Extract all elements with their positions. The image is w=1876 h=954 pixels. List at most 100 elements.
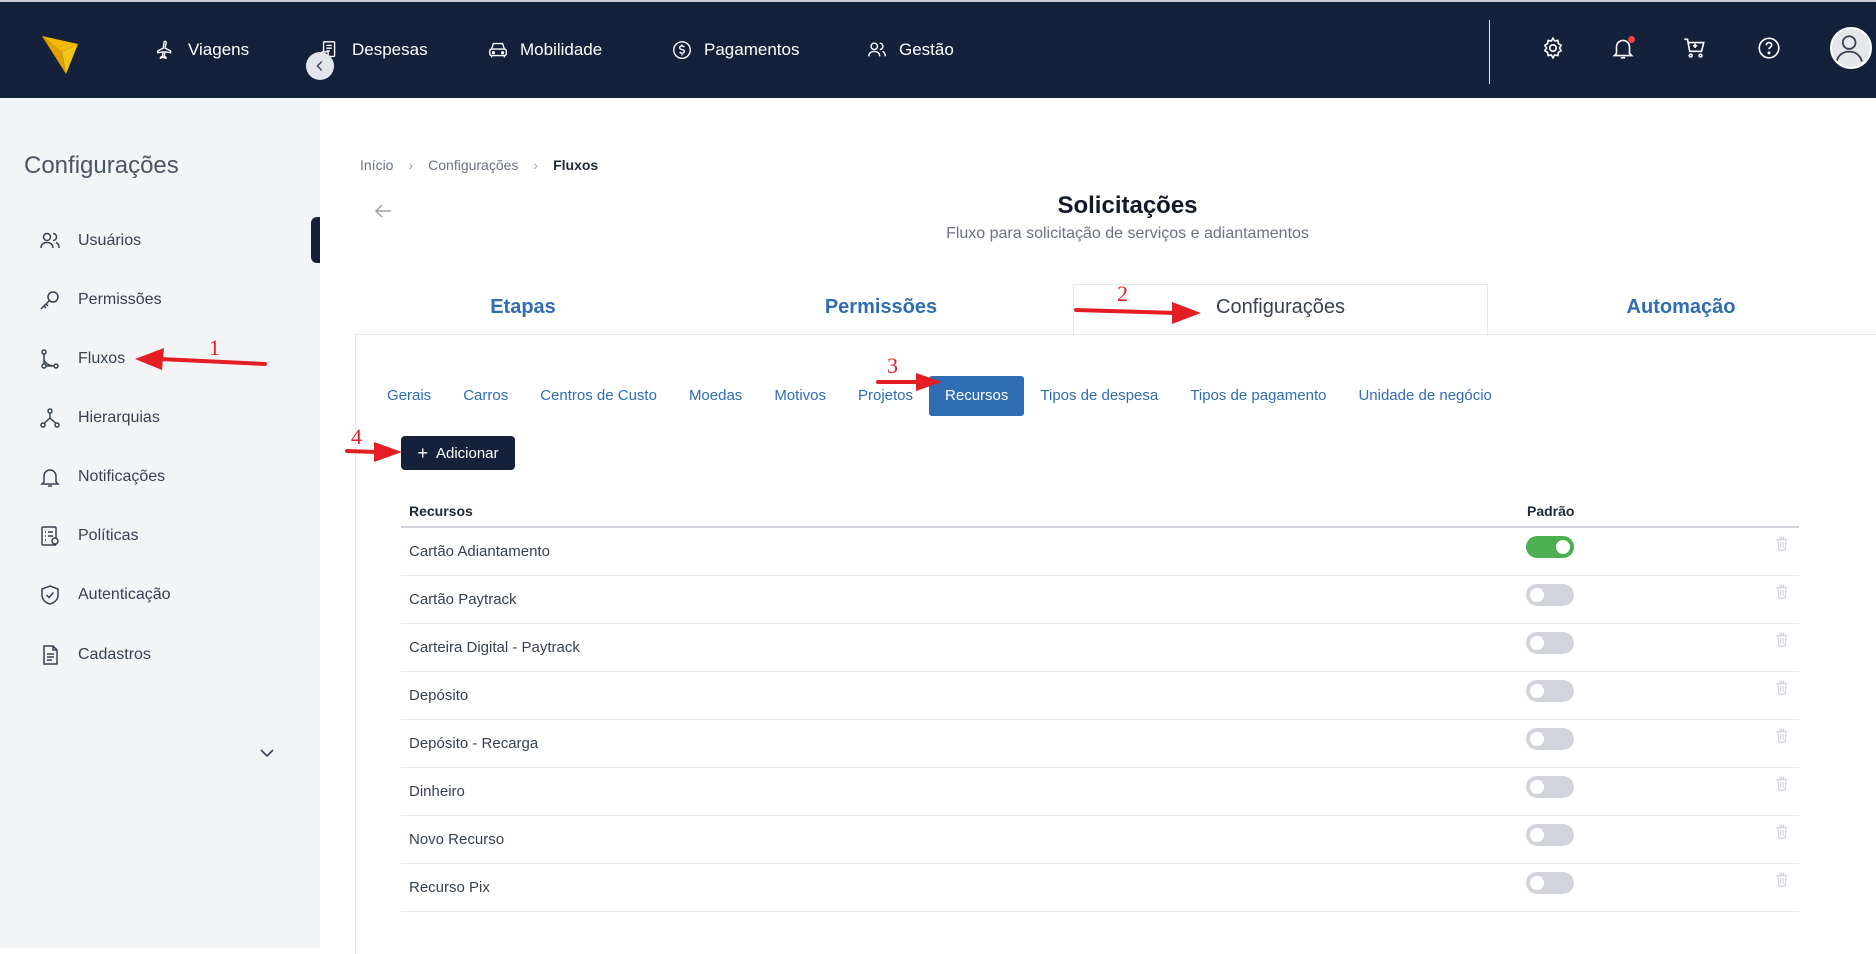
- chevron-left-icon: [316, 61, 323, 71]
- trash-icon[interactable]: [1775, 824, 1791, 842]
- default-toggle[interactable]: [1526, 776, 1574, 798]
- tab-automacao[interactable]: Automação: [1588, 296, 1774, 319]
- sidebar-item-label: Hierarquias: [78, 409, 160, 426]
- breadcrumb: Início › Configurações › Fluxos: [360, 157, 598, 173]
- default-toggle[interactable]: [1526, 680, 1574, 702]
- subtab-carros[interactable]: Carros: [447, 376, 524, 416]
- breadcrumb-inicio[interactable]: Início: [360, 157, 393, 173]
- subtab-tipos-de-pagamento[interactable]: Tipos de pagamento: [1174, 376, 1342, 416]
- default-toggle[interactable]: [1526, 872, 1574, 894]
- notification-dot: [1628, 36, 1635, 43]
- shield-icon: [41, 585, 59, 605]
- nav-despesas[interactable]: Despesas: [319, 36, 428, 64]
- table-row: Novo Recurso: [401, 816, 1799, 864]
- sidebar-item-notificacoes[interactable]: Notificações: [38, 462, 165, 492]
- subtab-projetos[interactable]: Projetos: [842, 376, 929, 416]
- sidebar-item-politicas[interactable]: Políticas: [38, 521, 138, 551]
- sidebar-active-marker: [311, 217, 320, 263]
- subtab-gerais[interactable]: Gerais: [371, 376, 447, 416]
- subtab-recursos[interactable]: Recursos: [929, 376, 1025, 416]
- nav-pagamentos[interactable]: Pagamentos: [671, 36, 799, 64]
- topbar-divider: [1489, 20, 1490, 84]
- cart-icon[interactable]: [1681, 35, 1707, 61]
- nav-viagens[interactable]: Viagens: [155, 36, 249, 64]
- trash-icon[interactable]: [1775, 632, 1791, 650]
- chevron-right-icon: ›: [408, 157, 414, 173]
- sidebar-item-permissoes[interactable]: Permissões: [38, 285, 162, 315]
- sidebar-collapse-button[interactable]: [306, 52, 334, 80]
- sidebar-item-label: Notificações: [78, 468, 166, 485]
- tab-permissoes[interactable]: Permissões: [788, 296, 974, 319]
- default-toggle[interactable]: [1526, 824, 1574, 846]
- sidebar-item-label: Usuários: [78, 232, 142, 249]
- resource-name: Cartão Adiantamento: [409, 543, 550, 560]
- table-row: Cartão Paytrack: [401, 576, 1799, 624]
- flow-icon: [41, 349, 59, 369]
- help-icon[interactable]: [1756, 35, 1782, 61]
- tab-etapas[interactable]: Etapas: [430, 296, 616, 319]
- table-row: Depósito - Recarga: [401, 720, 1799, 768]
- bell-icon: [40, 469, 60, 487]
- add-button[interactable]: + Adicionar: [401, 436, 515, 470]
- sidebar-item-fluxos[interactable]: Fluxos: [38, 344, 125, 374]
- nav-label: Despesas: [352, 40, 428, 59]
- key-icon: [40, 291, 59, 310]
- subtab-moedas[interactable]: Moedas: [673, 376, 758, 416]
- table-row: Carteira Digital - Paytrack: [401, 624, 1799, 672]
- toggle-knob: [1556, 540, 1570, 554]
- gear-icon[interactable]: [1540, 35, 1566, 61]
- resource-name: Dinheiro: [409, 783, 465, 800]
- sidebar-item-label: Políticas: [78, 527, 139, 544]
- nav-gestao[interactable]: Gestão: [866, 36, 954, 64]
- trash-icon[interactable]: [1775, 584, 1791, 602]
- sidebar-item-label: Fluxos: [78, 350, 126, 367]
- table-row: Depósito: [401, 672, 1799, 720]
- trash-icon[interactable]: [1775, 872, 1791, 890]
- sidebar-item-label: Autenticação: [78, 586, 171, 603]
- toggle-knob: [1530, 876, 1544, 890]
- trash-icon[interactable]: [1775, 776, 1791, 794]
- add-button-label: Adicionar: [435, 444, 499, 462]
- toggle-knob: [1530, 828, 1544, 842]
- sidebar-item-usuarios[interactable]: Usuários: [38, 226, 141, 256]
- user-avatar-icon[interactable]: [1830, 27, 1872, 69]
- policy-icon: [41, 526, 59, 546]
- subtab-tipos-de-despesa[interactable]: Tipos de despesa: [1024, 376, 1174, 416]
- sidebar-item-hierarquias[interactable]: Hierarquias: [38, 403, 160, 433]
- resource-name: Carteira Digital - Paytrack: [409, 639, 580, 656]
- trash-icon[interactable]: [1775, 536, 1791, 554]
- resource-name: Depósito: [409, 687, 469, 704]
- column-header-recursos: Recursos: [409, 503, 473, 519]
- default-toggle[interactable]: [1526, 728, 1574, 750]
- page-subtitle: Fluxo para solicitação de serviços e adi…: [946, 225, 1309, 242]
- sub-tabs: Gerais Carros Centros de Custo Moedas Mo…: [371, 376, 1508, 416]
- annotation-number-1: 1: [209, 335, 220, 360]
- resource-name: Novo Recurso: [409, 831, 505, 848]
- back-arrow-icon[interactable]: [371, 199, 395, 223]
- subtab-centros-de-custo[interactable]: Centros de Custo: [524, 376, 673, 416]
- page-title: Solicitações: [1057, 192, 1198, 219]
- users-icon: [868, 42, 886, 57]
- breadcrumb-configuracoes[interactable]: Configurações: [428, 157, 518, 173]
- tab-configuracoes[interactable]: Configurações: [1178, 296, 1383, 319]
- dollar-icon: [673, 41, 691, 59]
- bell-icon[interactable]: [1610, 35, 1636, 61]
- trash-icon[interactable]: [1775, 728, 1791, 746]
- default-toggle[interactable]: [1526, 632, 1574, 654]
- chevron-down-icon[interactable]: [257, 743, 277, 763]
- resource-name: Recurso Pix: [409, 879, 490, 896]
- paytrack-logo-icon[interactable]: [40, 26, 80, 76]
- subtab-motivos[interactable]: Motivos: [758, 376, 842, 416]
- resource-name: Cartão Paytrack: [409, 591, 517, 608]
- default-toggle[interactable]: [1526, 536, 1574, 558]
- toggle-knob: [1530, 780, 1544, 794]
- trash-icon[interactable]: [1775, 680, 1791, 698]
- toggle-knob: [1530, 732, 1544, 746]
- sidebar-item-cadastros[interactable]: Cadastros: [38, 640, 151, 670]
- subtab-unidade-de-negocio[interactable]: Unidade de negócio: [1342, 376, 1507, 416]
- nav-mobilidade[interactable]: Mobilidade: [487, 36, 602, 64]
- default-toggle[interactable]: [1526, 584, 1574, 606]
- sidebar-item-autenticacao[interactable]: Autenticação: [38, 580, 171, 610]
- document-icon: [43, 645, 58, 665]
- hierarchy-icon: [40, 408, 60, 428]
